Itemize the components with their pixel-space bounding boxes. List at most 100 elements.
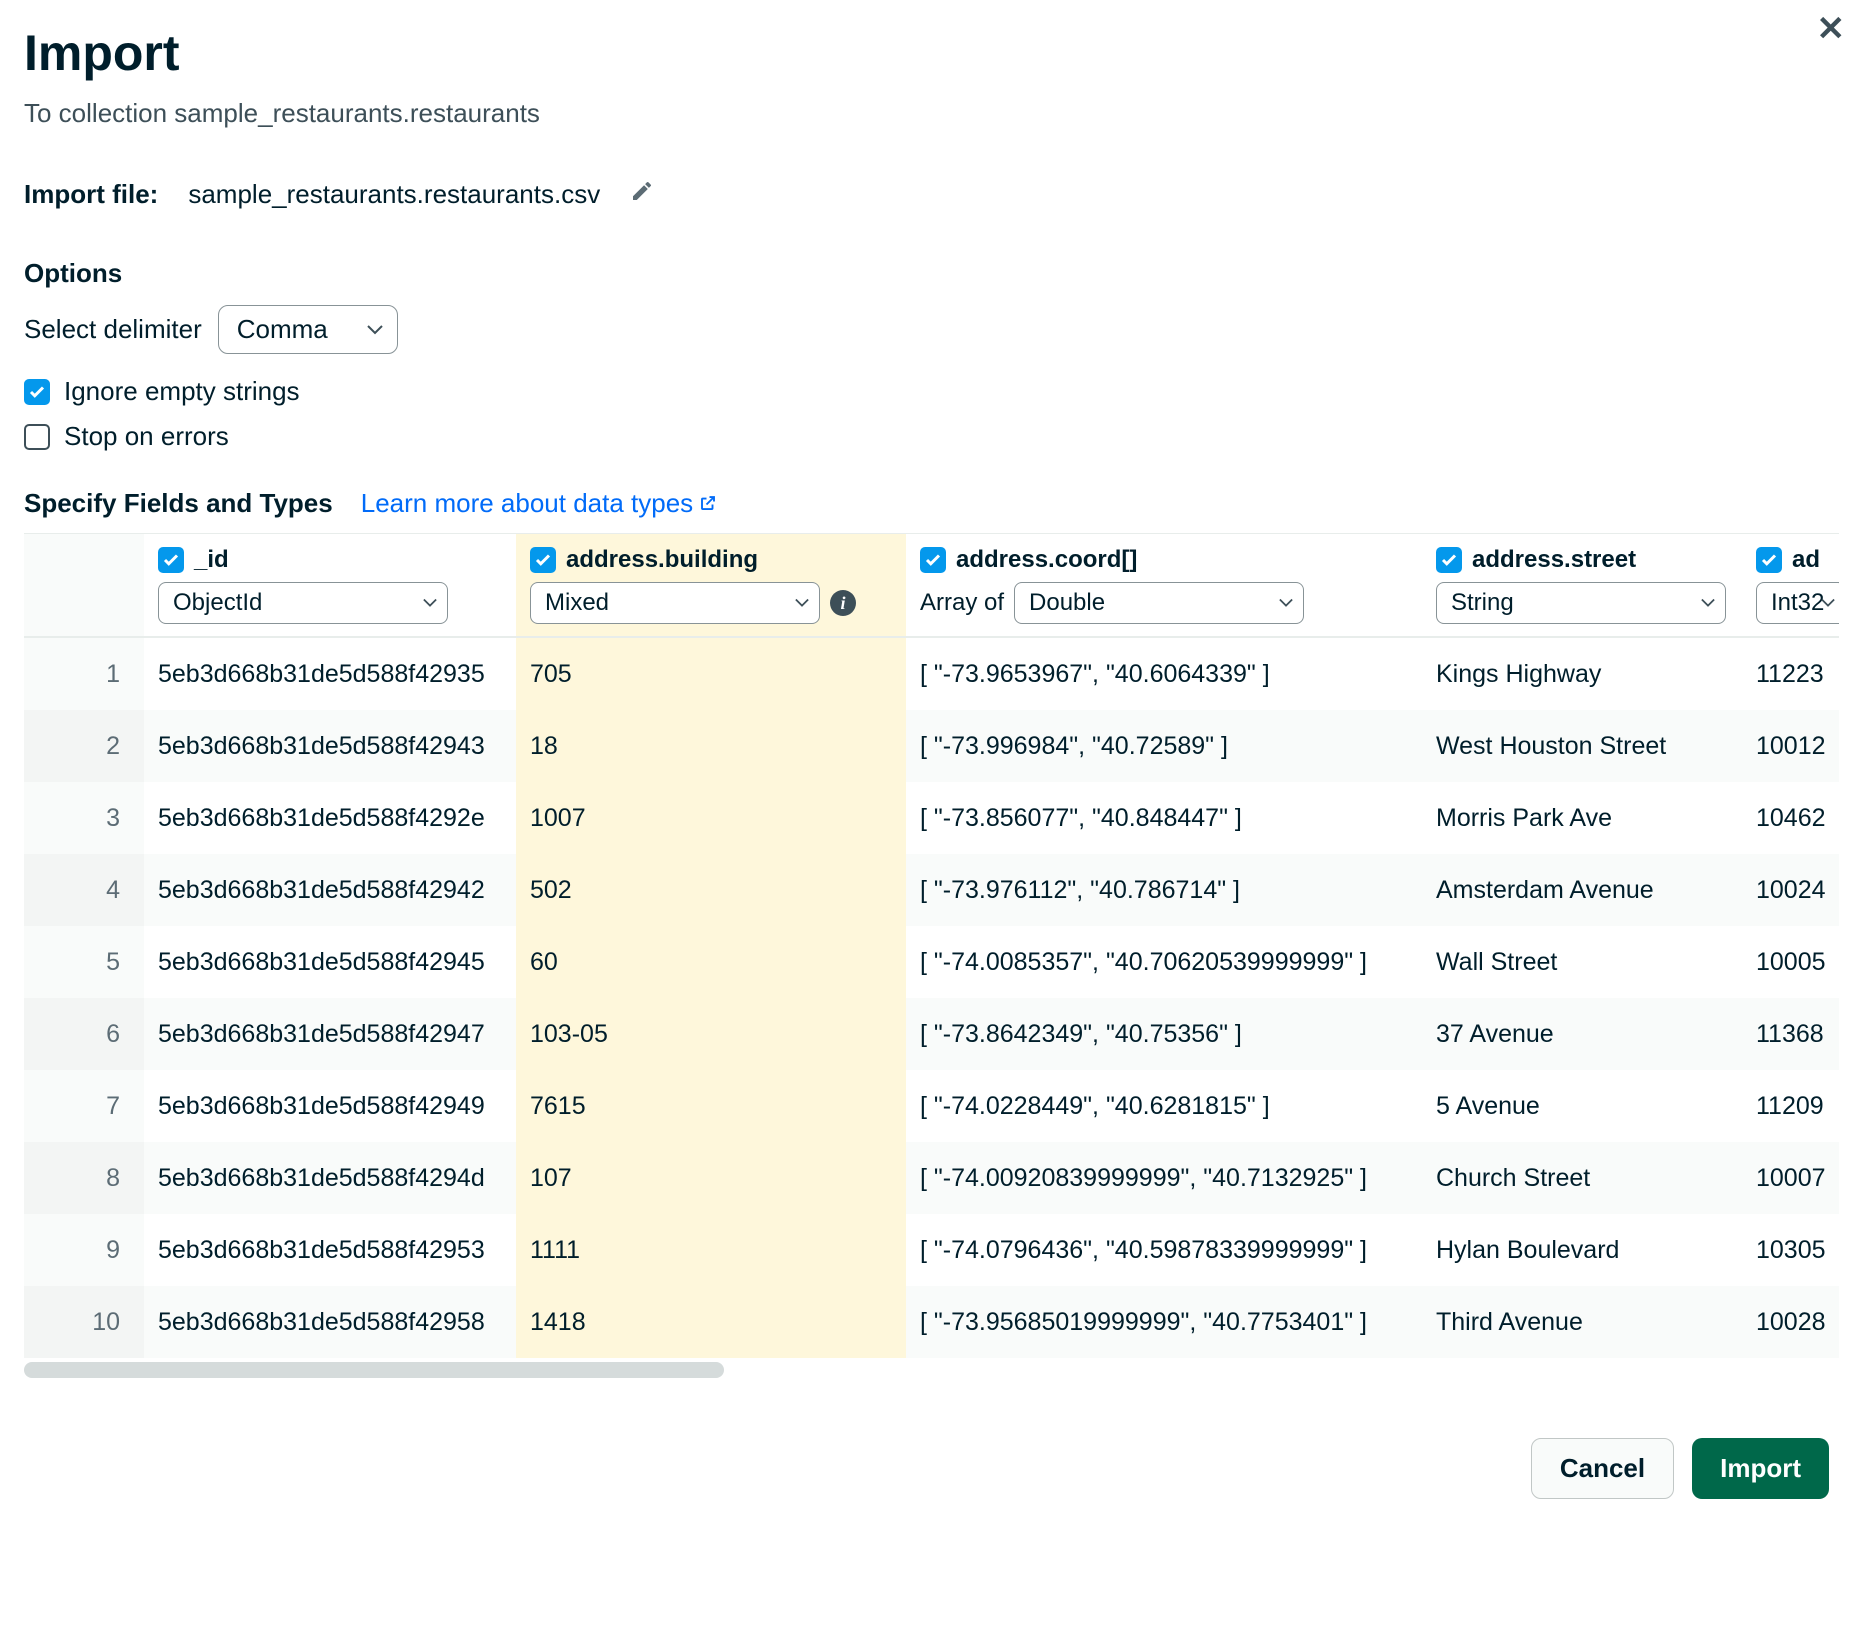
cell: 11223 [1742,638,1839,710]
cell: [ "-73.996984", "40.72589" ] [906,710,1422,782]
caret-down-icon [1821,599,1835,608]
caret-down-icon [795,599,809,608]
column-include-checkbox[interactable] [1436,547,1462,573]
stop-on-errors-label: Stop on errors [64,421,229,452]
cell: Hylan Boulevard [1422,1214,1742,1286]
learn-more-text: Learn more about data types [361,488,693,519]
cell: 5eb3d668b31de5d588f42958 [144,1286,516,1358]
cell: 5eb3d668b31de5d588f42945 [144,926,516,998]
column-type-value: ObjectId [173,589,262,616]
cell: [ "-73.95685019999999", "40.7753401" ] [906,1286,1422,1358]
cell: 5eb3d668b31de5d588f42942 [144,854,516,926]
column-type-value: Mixed [545,589,609,616]
column-type-value: Double [1029,589,1105,616]
pencil-icon[interactable] [630,179,654,210]
column-name: ad [1792,546,1820,574]
row-number: 1 [24,638,144,710]
cell: 10007 [1742,1142,1839,1214]
cell: 5eb3d668b31de5d588f4294d [144,1142,516,1214]
cell: 5eb3d668b31de5d588f42943 [144,710,516,782]
caret-down-icon [1279,599,1293,608]
cell: [ "-73.976112", "40.786714" ] [906,854,1422,926]
ignore-empty-checkbox[interactable] [24,379,50,405]
caret-down-icon [367,325,383,335]
cell: 5eb3d668b31de5d588f4292e [144,782,516,854]
column-include-checkbox[interactable] [920,547,946,573]
column-name: address.building [566,546,758,574]
cell: 10005 [1742,926,1839,998]
cell: 11209 [1742,1070,1839,1142]
row-number: 4 [24,854,144,926]
cell: 1418 [516,1286,906,1358]
cell: 60 [516,926,906,998]
cell: 5eb3d668b31de5d588f42949 [144,1070,516,1142]
column-header-address-street: address.street String [1422,534,1742,638]
array-of-label: Array of [920,589,1004,617]
cell: [ "-74.0228449", "40.6281815" ] [906,1070,1422,1142]
delimiter-value: Comma [237,314,328,345]
cell: 10462 [1742,782,1839,854]
cell: 10305 [1742,1214,1839,1286]
cell: Kings Highway [1422,638,1742,710]
cell: 10024 [1742,854,1839,926]
column-type-select[interactable]: Mixed [530,582,820,624]
row-number: 5 [24,926,144,998]
learn-more-link[interactable]: Learn more about data types [361,488,717,519]
column-include-checkbox[interactable] [530,547,556,573]
import-file-name: sample_restaurants.restaurants.csv [188,179,600,210]
cell: [ "-73.856077", "40.848447" ] [906,782,1422,854]
cell: [ "-74.0796436", "40.59878339999999" ] [906,1214,1422,1286]
column-include-checkbox[interactable] [1756,547,1782,573]
modal-subtitle: To collection sample_restaurants.restaur… [24,98,1839,129]
horizontal-scrollbar[interactable] [24,1362,1839,1378]
cell: [ "-73.8642349", "40.75356" ] [906,998,1422,1070]
column-type-select[interactable]: ObjectId [158,582,448,624]
column-header-address-coord-: address.coord[]Array ofDouble [906,534,1422,638]
cell: 5eb3d668b31de5d588f42947 [144,998,516,1070]
cell: 103-05 [516,998,906,1070]
caret-down-icon [423,599,437,608]
cell: 5eb3d668b31de5d588f42953 [144,1214,516,1286]
cell: 10028 [1742,1286,1839,1358]
column-type-select[interactable]: Double [1014,582,1304,624]
column-name: address.street [1472,546,1636,574]
column-type-select[interactable]: Int32 [1756,582,1839,624]
column-type-select[interactable]: String [1436,582,1726,624]
specify-fields-label: Specify Fields and Types [24,488,333,519]
stop-on-errors-checkbox[interactable] [24,424,50,450]
row-number: 10 [24,1286,144,1358]
cell: Third Avenue [1422,1286,1742,1358]
cell: 7615 [516,1070,906,1142]
column-include-checkbox[interactable] [158,547,184,573]
row-number: 9 [24,1214,144,1286]
cell: 18 [516,710,906,782]
cell: 11368 [1742,998,1839,1070]
cell: [ "-74.00920839999999", "40.7132925" ] [906,1142,1422,1214]
row-number: 2 [24,710,144,782]
cell: 107 [516,1142,906,1214]
scrollbar-thumb[interactable] [24,1362,724,1378]
cell: 5eb3d668b31de5d588f42935 [144,638,516,710]
row-number: 8 [24,1142,144,1214]
cell: [ "-73.9653967", "40.6064339" ] [906,638,1422,710]
cell: 10012 [1742,710,1839,782]
cell: 1007 [516,782,906,854]
column-header-address-building: address.building Mixed i [516,534,906,638]
cell: 37 Avenue [1422,998,1742,1070]
close-icon[interactable]: ✕ [1817,12,1846,46]
external-link-icon [699,488,717,519]
cell: West Houston Street [1422,710,1742,782]
cancel-button[interactable]: Cancel [1531,1438,1674,1499]
row-number: 7 [24,1070,144,1142]
row-number: 6 [24,998,144,1070]
column-name: _id [194,546,229,574]
cell: Wall Street [1422,926,1742,998]
row-number: 3 [24,782,144,854]
ignore-empty-label: Ignore empty strings [64,376,300,407]
column-type-value: Int32 [1771,589,1824,616]
cell: 5 Avenue [1422,1070,1742,1142]
delimiter-select[interactable]: Comma [218,305,398,354]
column-header-ad: ad Int32 [1742,534,1839,638]
info-icon[interactable]: i [830,590,856,616]
import-button[interactable]: Import [1692,1438,1829,1499]
